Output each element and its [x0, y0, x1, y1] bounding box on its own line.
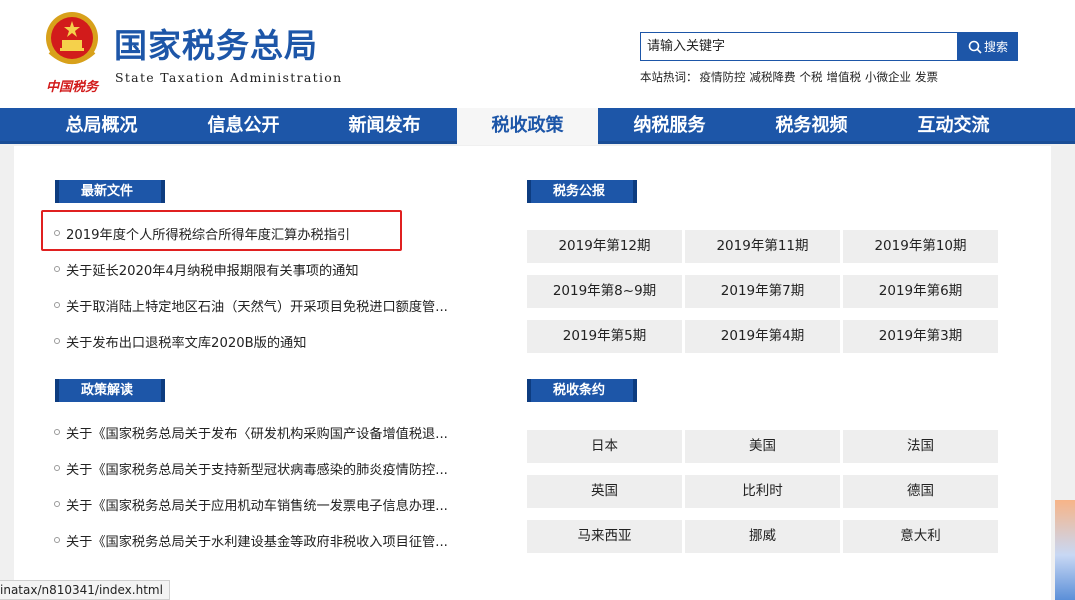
hotword-link[interactable]: 减税降费	[750, 70, 796, 84]
tax-bulletin-grid: 2019年第12期 2019年第11期 2019年第10期 2019年第8~9期…	[527, 230, 998, 353]
china-tax-logo-text: 中国税务	[46, 80, 99, 95]
treaty-country-link[interactable]: 意大利	[843, 520, 998, 553]
nav-item-tax-policy[interactable]: 税收政策	[457, 108, 598, 145]
hotwords-label: 本站热词：	[640, 70, 698, 84]
floating-side-banner[interactable]	[1055, 500, 1075, 600]
article-link[interactable]: 关于《国家税务总局关于水利建设基金等政府非税收入项目征管...	[54, 525, 474, 561]
search-button[interactable]: 搜索	[958, 32, 1018, 61]
tax-treaties-grid: 日本 美国 法国 英国 比利时 德国 马来西亚 挪威 意大利	[527, 430, 998, 553]
section-title-tax-treaties[interactable]: 税收条约	[527, 379, 637, 402]
article-link[interactable]: 关于延长2020年4月纳税申报期限有关事项的通知	[54, 254, 474, 290]
policy-interpretation-list: 关于《国家税务总局关于发布〈研发机构采购国产设备增值税退... 关于《国家税务总…	[54, 417, 474, 561]
article-link[interactable]: 关于《国家税务总局关于应用机动车销售统一发票电子信息办理...	[54, 489, 474, 525]
status-bar-url: inatax/n810341/index.html	[0, 580, 170, 600]
search-box	[640, 32, 958, 61]
site-subtitle: State Taxation Administration	[115, 70, 343, 85]
article-link[interactable]: 关于取消陆上特定地区石油（天然气）开采项目免税进口额度管...	[54, 290, 474, 326]
main-content: 最新文件 2019年度个人所得税综合所得年度汇算办税指引 关于延长2020年4月…	[14, 146, 1051, 600]
nav-item-tax-service[interactable]: 纳税服务	[599, 108, 740, 144]
hotword-link[interactable]: 小微企业	[865, 70, 911, 84]
site-header: 中国税务 国家税务总局 State Taxation Administratio…	[0, 0, 1075, 108]
search-button-label: 搜索	[983, 40, 1008, 54]
hotword-link[interactable]: 发票	[915, 70, 938, 84]
nav-item-interaction[interactable]: 互动交流	[883, 108, 1024, 144]
bulletin-issue-link[interactable]: 2019年第12期	[527, 230, 682, 263]
treaty-country-link[interactable]: 比利时	[685, 475, 840, 508]
treaty-country-link[interactable]: 马来西亚	[527, 520, 682, 553]
bulletin-issue-link[interactable]: 2019年第6期	[843, 275, 998, 308]
article-link[interactable]: 2019年度个人所得税综合所得年度汇算办税指引	[54, 218, 474, 254]
hotword-link[interactable]: 疫情防控	[700, 70, 746, 84]
search-input[interactable]	[641, 33, 957, 60]
bulletin-issue-link[interactable]: 2019年第3期	[843, 320, 998, 353]
treaty-country-link[interactable]: 英国	[527, 475, 682, 508]
section-title-tax-bulletin[interactable]: 税务公报	[527, 180, 637, 203]
national-emblem-icon[interactable]	[40, 8, 104, 72]
hotword-link[interactable]: 增值税	[827, 70, 862, 84]
article-link[interactable]: 关于《国家税务总局关于发布〈研发机构采购国产设备增值税退...	[54, 417, 474, 453]
article-link[interactable]: 关于《国家税务总局关于支持新型冠状病毒感染的肺炎疫情防控...	[54, 453, 474, 489]
section-title-latest-files[interactable]: 最新文件	[55, 180, 165, 203]
bulletin-issue-link[interactable]: 2019年第7期	[685, 275, 840, 308]
nav-item-overview[interactable]: 总局概况	[31, 108, 172, 144]
article-link[interactable]: 关于发布出口退税率文库2020B版的通知	[54, 326, 474, 362]
bulletin-issue-link[interactable]: 2019年第4期	[685, 320, 840, 353]
hotword-link[interactable]: 个税	[800, 70, 823, 84]
bulletin-issue-link[interactable]: 2019年第8~9期	[527, 275, 682, 308]
nav-item-info-public[interactable]: 信息公开	[173, 108, 314, 144]
site-title[interactable]: 国家税务总局	[114, 26, 318, 66]
latest-files-list: 2019年度个人所得税综合所得年度汇算办税指引 关于延长2020年4月纳税申报期…	[54, 218, 474, 362]
treaty-country-link[interactable]: 法国	[843, 430, 998, 463]
main-nav: 总局概况 信息公开 新闻发布 税收政策 纳税服务 税务视频 互动交流	[0, 108, 1075, 145]
hotwords-bar: 本站热词： 疫情防控 减税降费 个税 增值税 小微企业 发票	[640, 69, 942, 85]
bulletin-issue-link[interactable]: 2019年第11期	[685, 230, 840, 263]
nav-item-tax-video[interactable]: 税务视频	[741, 108, 882, 144]
bulletin-issue-link[interactable]: 2019年第5期	[527, 320, 682, 353]
nav-item-news[interactable]: 新闻发布	[314, 108, 455, 144]
treaty-country-link[interactable]: 德国	[843, 475, 998, 508]
bulletin-issue-link[interactable]: 2019年第10期	[843, 230, 998, 263]
search-icon	[968, 40, 982, 54]
treaty-country-link[interactable]: 美国	[685, 430, 840, 463]
treaty-country-link[interactable]: 日本	[527, 430, 682, 463]
section-title-policy-interpretation[interactable]: 政策解读	[55, 379, 165, 402]
treaty-country-link[interactable]: 挪威	[685, 520, 840, 553]
